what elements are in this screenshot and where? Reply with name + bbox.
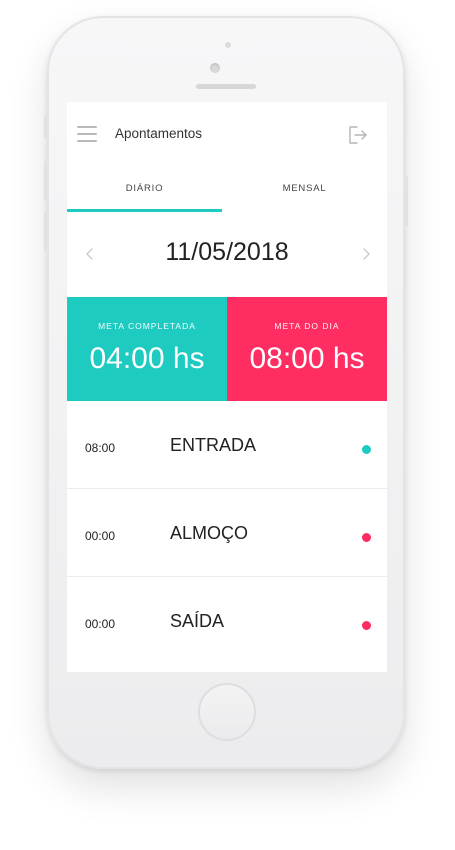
date-navigator: 11/05/2018 <box>67 212 387 297</box>
status-dot-icon <box>362 621 371 630</box>
app-header: Apontamentos <box>67 102 387 166</box>
tab-monthly[interactable]: MENSAL <box>227 166 382 212</box>
chevron-right-icon[interactable] <box>357 244 375 264</box>
entry-time: 08:00 <box>85 441 116 455</box>
volume-down-button <box>44 211 47 251</box>
volume-up-button <box>44 161 47 201</box>
current-date: 11/05/2018 <box>165 238 289 266</box>
entry-label: ENTRADA <box>170 435 257 455</box>
earpiece-speaker <box>196 84 256 89</box>
goal-completed-value: 04:00 hs <box>89 342 205 375</box>
tab-bar: DIÁRIO MENSAL <box>67 166 387 212</box>
list-item[interactable]: 00:00 ALMOÇO <box>67 489 387 577</box>
daily-goal-label: META DO DIA <box>274 321 340 331</box>
goal-completed-label: META COMPLETADA <box>98 321 196 331</box>
list-item[interactable]: 08:00 ENTRADA <box>67 401 387 489</box>
power-button <box>405 176 408 226</box>
list-item[interactable]: 00:00 SAÍDA <box>67 577 387 665</box>
mute-switch <box>44 116 47 138</box>
daily-goal-value: 08:00 hs <box>249 342 365 375</box>
hamburger-menu-icon[interactable] <box>77 126 97 142</box>
entry-label: ALMOÇO <box>170 523 249 543</box>
status-dot-icon <box>362 533 371 542</box>
daily-goal-card: META DO DIA 08:00 hs <box>227 297 387 401</box>
front-camera <box>210 63 220 73</box>
entry-time: 00:00 <box>85 617 116 631</box>
home-button[interactable] <box>198 683 256 741</box>
page-title: Apontamentos <box>115 126 203 141</box>
tab-daily[interactable]: DIÁRIO <box>67 166 222 212</box>
status-dot-icon <box>362 445 371 454</box>
time-entries-list: 08:00 ENTRADA 00:00 ALMOÇO 00:00 SAÍDA <box>67 401 387 665</box>
logout-icon[interactable] <box>347 124 369 146</box>
entry-label: SAÍDA <box>170 611 225 631</box>
entry-time: 00:00 <box>85 529 116 543</box>
summary-cards: META COMPLETADA 04:00 hs META DO DIA 08:… <box>67 297 387 401</box>
goal-completed-card: META COMPLETADA 04:00 hs <box>67 297 227 401</box>
app-screen: Apontamentos DIÁRIO MENSAL 11/05/2018 ME… <box>67 102 387 672</box>
front-sensor <box>225 42 231 48</box>
